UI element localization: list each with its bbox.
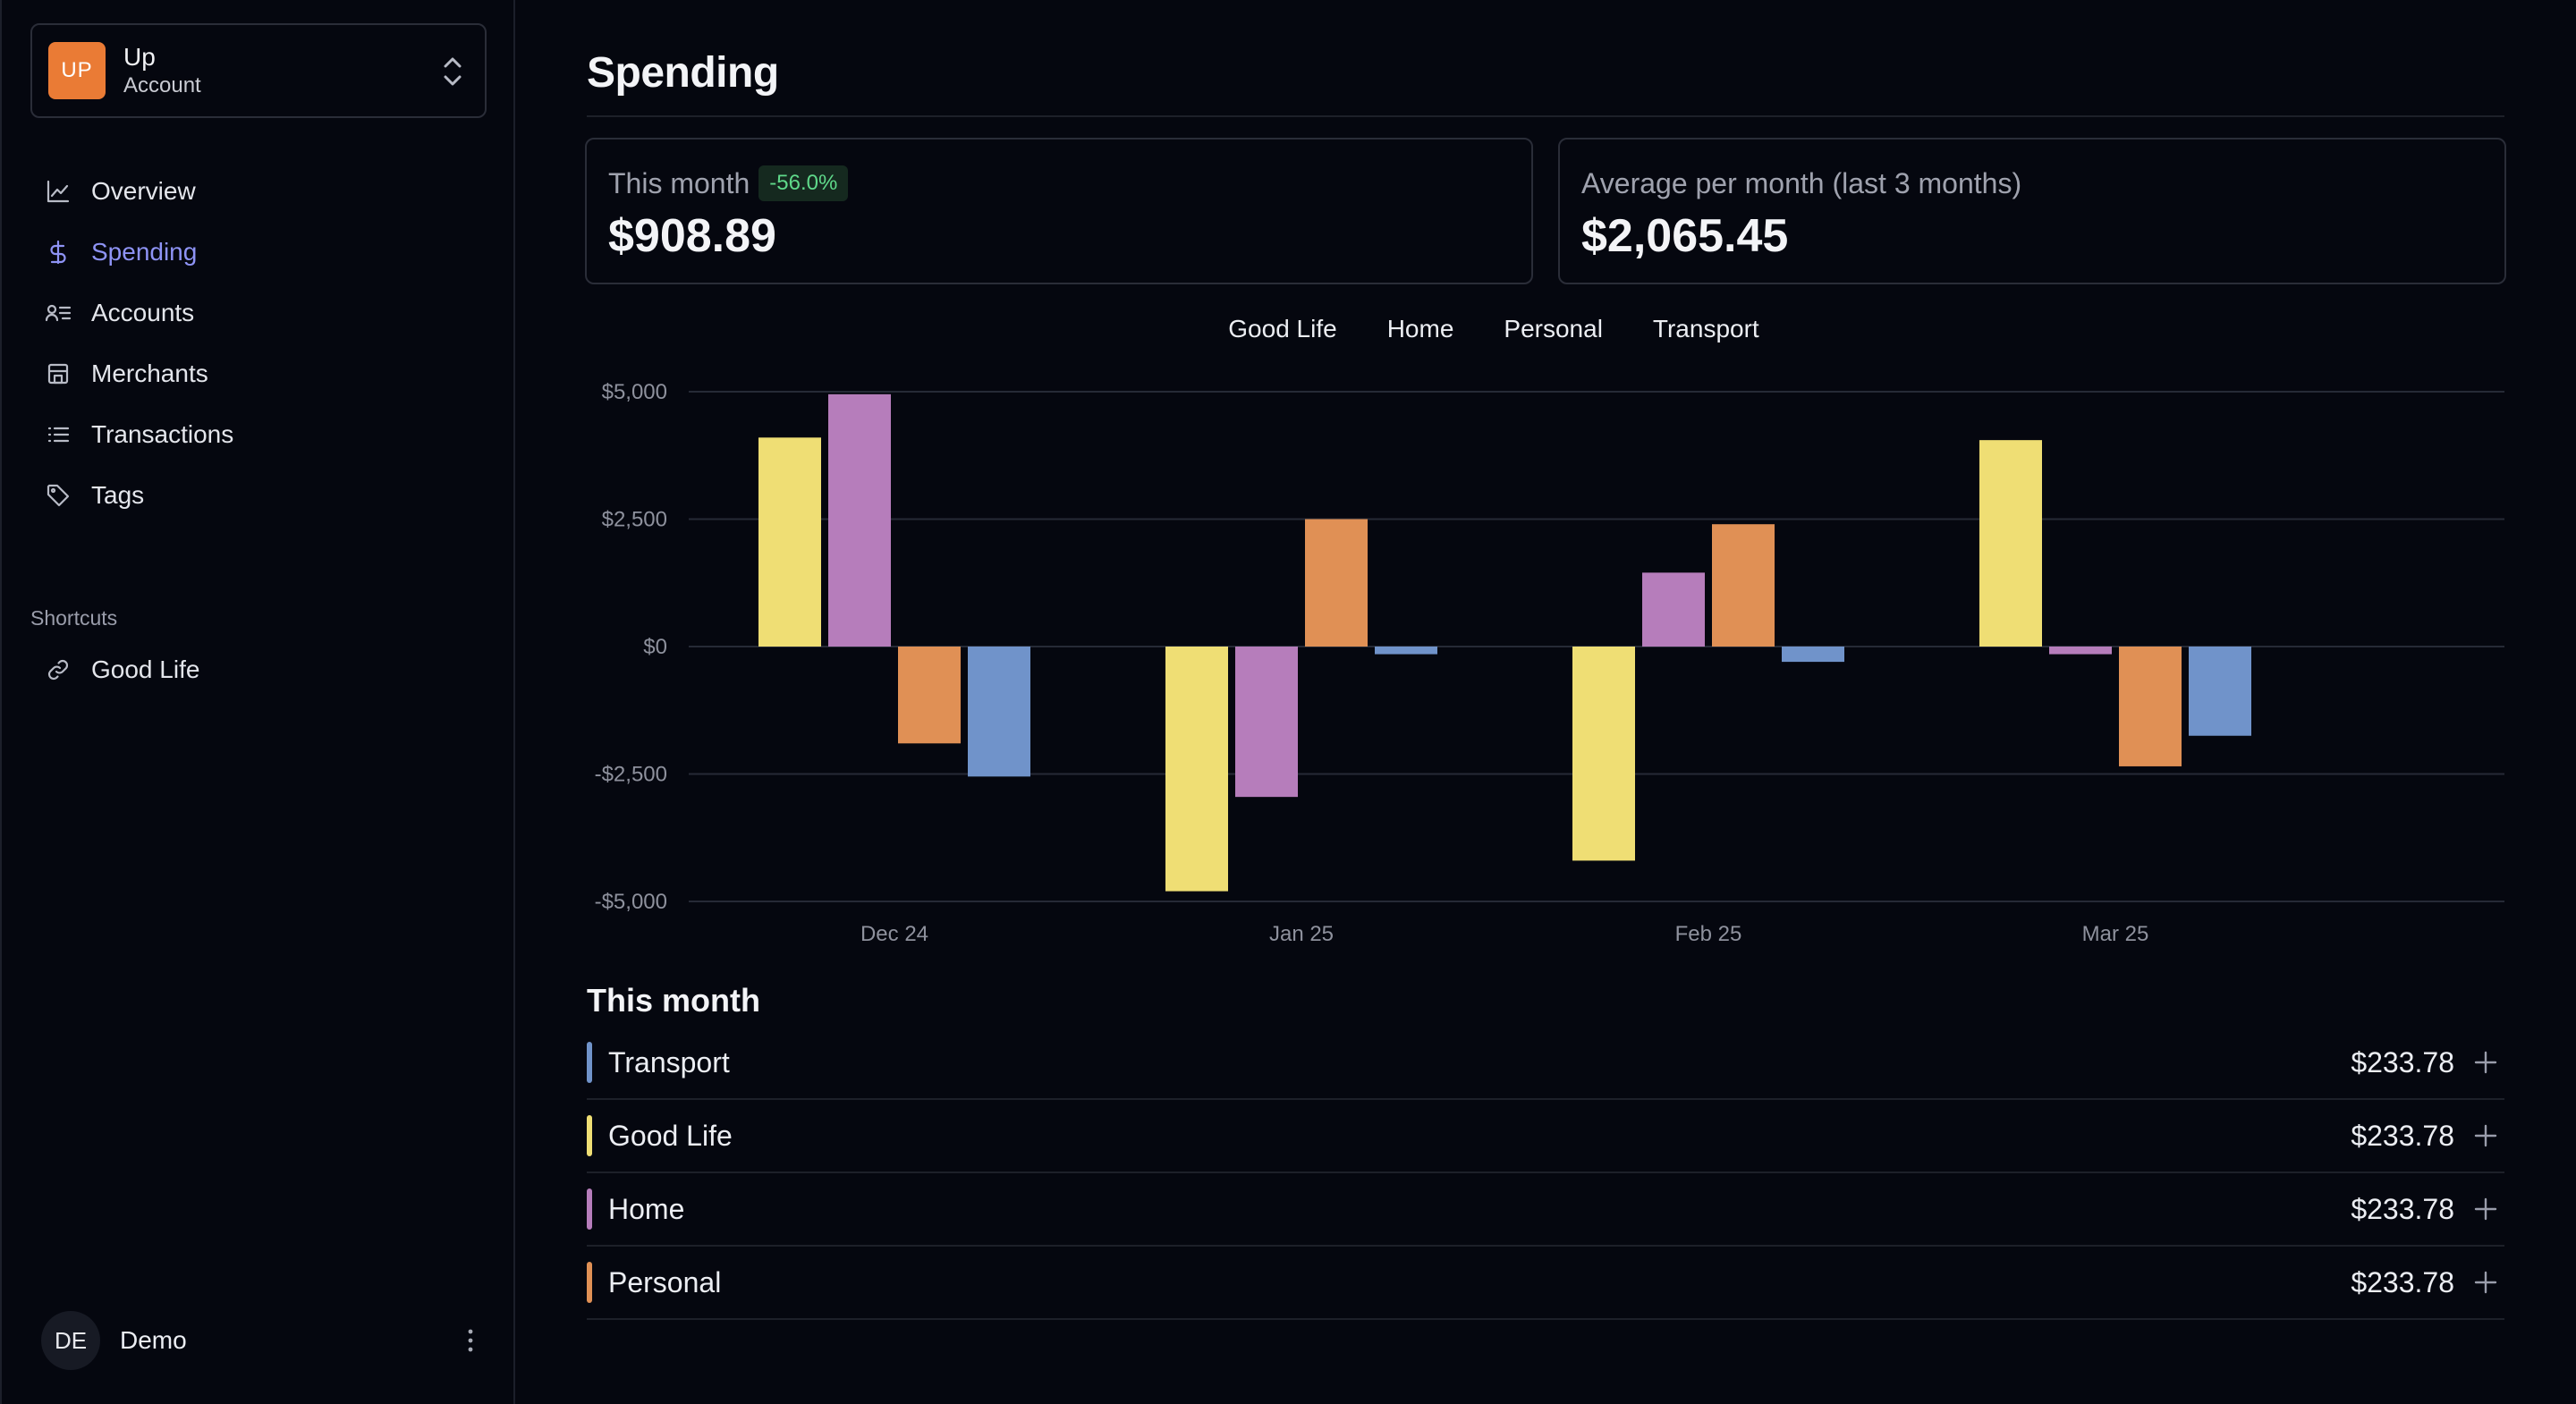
- bar: [1712, 524, 1775, 647]
- sidebar-item-label: Spending: [91, 238, 198, 266]
- category-name: Home: [608, 1192, 685, 1225]
- sidebar-item-merchants[interactable]: Merchants: [30, 343, 487, 404]
- y-tick-label: $0: [643, 635, 667, 659]
- x-tick-label: Jan 25: [1269, 922, 1334, 946]
- list-item[interactable]: Transport $233.78: [587, 1027, 2504, 1100]
- sidebar-item-label: Tags: [91, 481, 145, 509]
- bar: [968, 647, 1030, 777]
- legend-item-transport[interactable]: Transport: [1653, 315, 1759, 351]
- list-item[interactable]: Home $233.78: [587, 1173, 2504, 1247]
- list-icon: [45, 421, 72, 448]
- sidebar-item-spending[interactable]: Spending: [30, 222, 487, 283]
- category-amount: $233.78: [2351, 1119, 2454, 1152]
- stat-value: $2,065.45: [1581, 210, 1789, 262]
- y-tick-label: $5,000: [602, 380, 667, 404]
- category-color-bar: [587, 1042, 592, 1083]
- chart-legend: Good Life Home Personal Transport: [0, 315, 2576, 351]
- link-icon: [45, 656, 72, 683]
- shortcut-label: Good Life: [91, 655, 200, 683]
- bar: [828, 393, 891, 647]
- sidebar-item-tags[interactable]: Tags: [30, 465, 487, 526]
- chart-line-icon: [45, 178, 72, 205]
- plus-icon[interactable]: [2472, 1049, 2499, 1076]
- category-name: Transport: [608, 1045, 730, 1078]
- divider: [587, 115, 2504, 117]
- shortcuts-heading: Shortcuts: [30, 606, 118, 630]
- bar: [2119, 647, 2182, 766]
- bar: [1572, 647, 1635, 861]
- spending-chart: $5,000 $2,500 $0 -$2,500 -$5,000 Dec 24 Jan 25…: [572, 376, 2513, 957]
- x-tick-label: Feb 25: [1675, 922, 1742, 946]
- y-tick-label: -$5,000: [595, 890, 667, 914]
- legend-item-personal[interactable]: Personal: [1504, 315, 1603, 351]
- sidebar-item-label: Transactions: [91, 420, 234, 448]
- plus-icon[interactable]: [2472, 1122, 2499, 1149]
- sidebar: UP Up Account Overview Spending Accounts: [0, 0, 515, 1404]
- category-amount: $233.78: [2351, 1265, 2454, 1298]
- user-profile[interactable]: DE Demo: [41, 1311, 479, 1370]
- y-tick-label: -$2,500: [595, 763, 667, 787]
- category-color-bar: [587, 1188, 592, 1230]
- category-list: Transport $233.78 Good Life $233.78 Home…: [587, 1027, 2504, 1320]
- category-color-bar: [587, 1262, 592, 1303]
- legend-item-good-life[interactable]: Good Life: [1228, 315, 1336, 351]
- user-name: Demo: [120, 1326, 187, 1354]
- chevron-up-down-icon: [444, 57, 462, 86]
- x-tick-label: Mar 25: [2082, 922, 2149, 946]
- account-name: Up: [123, 43, 156, 71]
- bar: [758, 437, 821, 647]
- bar: [1165, 647, 1228, 892]
- stat-value: $908.89: [608, 210, 776, 262]
- bar: [2189, 647, 2251, 736]
- list-item[interactable]: Good Life $233.78: [587, 1100, 2504, 1173]
- plus-icon[interactable]: [2472, 1196, 2499, 1222]
- bar: [1305, 519, 1368, 647]
- stat-label: Average per month (last 3 months): [1581, 166, 2022, 199]
- stat-label: This month: [608, 166, 750, 199]
- stat-card-average: Average per month (last 3 months) $2,065…: [1558, 138, 2506, 284]
- sidebar-item-transactions[interactable]: Transactions: [30, 404, 487, 465]
- x-tick-label: Dec 24: [860, 922, 928, 946]
- store-icon: [45, 360, 72, 387]
- plus-icon[interactable]: [2472, 1269, 2499, 1296]
- account-subtitle: Account: [123, 73, 201, 97]
- bar: [898, 647, 961, 744]
- category-amount: $233.78: [2351, 1192, 2454, 1225]
- bar: [2049, 647, 2112, 655]
- more-vertical-icon[interactable]: [462, 1325, 479, 1356]
- account-logo: UP: [48, 42, 106, 99]
- legend-item-home[interactable]: Home: [1387, 315, 1454, 351]
- spending-bar-chart: $5,000 $2,500 $0 -$2,500 -$5,000 Dec 24 Jan 25…: [595, 380, 2504, 946]
- this-month-heading: This month: [587, 982, 760, 1019]
- bar: [1642, 572, 1705, 647]
- page-title: Spending: [587, 49, 779, 97]
- bar: [1979, 440, 2042, 647]
- account-switcher[interactable]: UP Up Account: [30, 23, 487, 118]
- sidebar-item-label: Merchants: [91, 359, 208, 387]
- bar: [1782, 647, 1844, 663]
- category-name: Personal: [608, 1265, 722, 1298]
- category-color-bar: [587, 1115, 592, 1156]
- shortcut-good-life[interactable]: Good Life: [30, 639, 487, 700]
- bar: [1235, 647, 1298, 798]
- sidebar-item-overview[interactable]: Overview: [30, 161, 487, 222]
- sidebar-item-label: Overview: [91, 177, 196, 205]
- avatar: DE: [41, 1311, 100, 1370]
- bar: [1375, 647, 1437, 655]
- category-amount: $233.78: [2351, 1045, 2454, 1078]
- list-item[interactable]: Personal $233.78: [587, 1247, 2504, 1320]
- category-name: Good Life: [608, 1119, 733, 1152]
- stat-card-this-month: This month -56.0% $908.89: [585, 138, 1533, 284]
- y-tick-label: $2,500: [602, 508, 667, 532]
- change-badge: -56.0%: [758, 165, 849, 201]
- tag-icon: [45, 482, 72, 509]
- dollar-icon: [45, 239, 72, 266]
